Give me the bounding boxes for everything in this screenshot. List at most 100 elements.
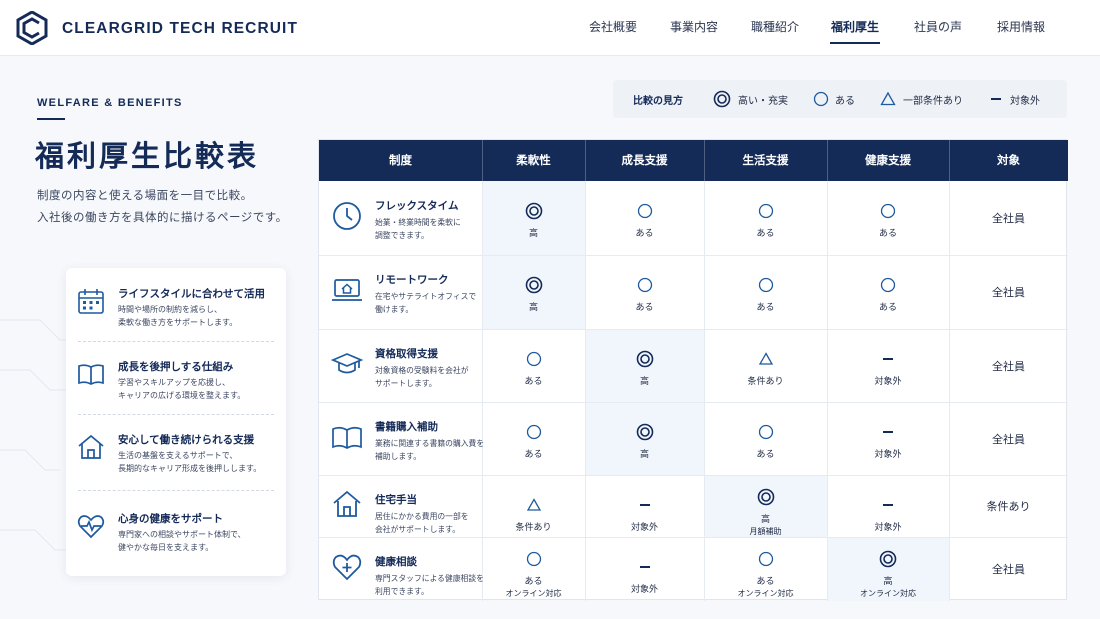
- header-health: 健康支援: [865, 153, 911, 167]
- row-divider: [319, 475, 1068, 476]
- circle-icon: [880, 277, 896, 293]
- rating-label: 対象外: [874, 523, 902, 533]
- feature-desc-line: 長期的なキャリア形成を後押しします。: [118, 464, 262, 473]
- circle-icon: [758, 203, 773, 219]
- rating-cell: 対象外: [827, 496, 949, 533]
- rating-cell: ある: [482, 350, 585, 387]
- rating-label: 条件あり: [515, 523, 552, 533]
- heart-plus-icon: [332, 554, 362, 581]
- target-cell: 全社員: [992, 286, 1025, 299]
- legend-label: ある: [835, 96, 855, 107]
- feature-desc-line: キャリアの広げる環境を整えます。: [118, 391, 246, 400]
- benefit-desc-line: 利用できます。: [375, 587, 429, 596]
- dash-icon: [639, 504, 650, 506]
- nav-item-welfare[interactable]: 福利厚生: [831, 18, 879, 35]
- feature-title: 安心して働き続けられる支援: [118, 434, 255, 446]
- rating-cell: 条件あり: [482, 496, 585, 533]
- feature-desc-line: 生活の基盤を支えるサポートで、: [118, 451, 238, 460]
- rating-cell: 高オンライン対応: [827, 550, 949, 599]
- house-icon: [333, 490, 361, 517]
- rating-cell: 高: [585, 350, 704, 387]
- double-circle-icon: [757, 488, 774, 506]
- benefit-desc-line: 業務に関連する書籍の購入費を: [375, 439, 485, 448]
- nav-item-business[interactable]: 事業内容: [670, 18, 718, 35]
- target-cell: 全社員: [992, 563, 1025, 576]
- rating-label: 高: [639, 377, 649, 387]
- target-cell: 全社員: [992, 359, 1025, 373]
- rating-label: ある: [524, 377, 543, 387]
- feature-desc-line: 学習やスキルアップを応援し、: [118, 378, 230, 387]
- benefit-desc: 専門スタッフによる健康相談を 利用できます。: [375, 572, 484, 598]
- benefit-desc-line: 専門スタッフによる健康相談を: [375, 574, 484, 583]
- feature-desc: 時間や場所の制約を減らし、 柔軟な働き方をサポートします。: [118, 303, 237, 329]
- circle-icon: [637, 277, 652, 293]
- benefit-desc-line: 補助します。: [375, 452, 422, 461]
- rating-cell: ある: [704, 276, 827, 313]
- rating-cell: ある: [827, 276, 949, 313]
- nav-item-company[interactable]: 会社概要: [589, 18, 637, 35]
- column-divider: [949, 181, 950, 601]
- feature-item: 安心して働き続けられる支援 生活の基盤を支えるサポートで、 長期的なキャリア形成…: [66, 414, 286, 487]
- rating-cell: ある: [704, 202, 827, 239]
- circle-icon: [526, 351, 541, 367]
- feature-divider: [78, 490, 274, 491]
- table-header: 制度 柔軟性 成長支援 生活支援 健康支援 対象: [319, 140, 1068, 181]
- header-growth: 成長支援: [621, 153, 668, 167]
- benefit-desc: 居住にかかる費用の一部を 会社がサポートします。: [375, 510, 469, 536]
- benefit-desc-line: 在宅やサテライトオフィスで: [375, 292, 477, 301]
- header-divider: [482, 140, 483, 181]
- benefit-desc-line: 働けます。: [375, 305, 414, 314]
- benefit-name: 資格取得支援: [375, 348, 438, 360]
- rating-note: オンライン対応: [505, 589, 562, 598]
- intro-line: 入社後の働き方を具体的に描けるページです。: [37, 210, 288, 224]
- main-nav: 会社概要 事業内容 職種紹介 福利厚生 社員の声 採用情報: [0, 0, 1100, 56]
- row-divider: [319, 402, 1068, 403]
- feature-desc-line: 柔軟な働き方をサポートします。: [118, 318, 238, 327]
- target-cell: 全社員: [992, 432, 1025, 446]
- legend-label: 一部条件あり: [903, 96, 963, 107]
- header-life: 生活支援: [742, 153, 789, 167]
- nav-item-voices[interactable]: 社員の声: [914, 18, 962, 35]
- rating-cell: ある オンライン対応: [482, 550, 585, 599]
- rating-cell: ある: [704, 423, 827, 460]
- dash-icon: [991, 98, 1001, 100]
- header-divider: [949, 140, 950, 181]
- benefit-desc-line: 会社がサポートします。: [375, 525, 460, 534]
- rating-cell: 高: [585, 423, 704, 460]
- double-circle-icon: [713, 90, 731, 108]
- feature-desc: 生活の基盤を支えるサポートで、 長期的なキャリア形成を後押しします。: [118, 449, 261, 475]
- open-book-icon: [332, 426, 362, 449]
- section-label-rule: [37, 118, 65, 120]
- dash-icon: [883, 358, 893, 360]
- rating-cell: ある: [827, 202, 949, 239]
- rating-cell: 対象外: [827, 423, 949, 460]
- feature-item: 心身の健康をサポート 専門家への相談やサポート体制で、 健やかな毎日を支えます。: [66, 493, 286, 566]
- rating-label: 対象外: [630, 523, 658, 533]
- feature-title: ライフスタイルに合わせて活用: [118, 288, 265, 300]
- nav-item-recruit[interactable]: 採用情報: [997, 18, 1045, 35]
- rating-label: 高: [528, 303, 538, 313]
- dash-icon: [639, 566, 650, 568]
- benefit-name: 住宅手当: [375, 494, 417, 506]
- benefit-desc-line: 居住にかかる費用の一部を: [375, 512, 469, 521]
- benefit-desc: 業務に関連する書籍の購入費を 補助します。: [375, 437, 484, 463]
- rating-label: ある: [756, 450, 775, 460]
- rating-cell: ある: [585, 202, 704, 239]
- feature-desc: 学習やスキルアップを応援し、 キャリアの広げる環境を整えます。: [118, 376, 245, 402]
- dash-icon: [883, 504, 893, 506]
- intro-text: 制度の内容と使える場面を一目で比較。 入社後の働き方を具体的に描けるページです。: [37, 184, 288, 228]
- triangle-icon: [526, 498, 541, 511]
- feature-desc-line: 健やかな毎日を支えます。: [118, 543, 214, 552]
- nav-item-jobs[interactable]: 職種紹介: [751, 18, 799, 35]
- rating-label: 高: [639, 450, 649, 460]
- rating-cell: ある: [585, 276, 704, 313]
- feature-desc: 専門家への相談やサポート体制で、 健やかな毎日を支えます。: [118, 528, 246, 554]
- heart-pulse-icon: [77, 515, 105, 539]
- circle-icon: [526, 551, 541, 567]
- rating-label: 対象外: [630, 585, 658, 595]
- row-divider: [319, 537, 1068, 538]
- header-divider: [585, 140, 586, 181]
- rating-label: 高: [760, 515, 770, 525]
- rating-cell: ある オンライン対応: [704, 550, 827, 599]
- benefit-name: フレックスタイム: [375, 200, 459, 212]
